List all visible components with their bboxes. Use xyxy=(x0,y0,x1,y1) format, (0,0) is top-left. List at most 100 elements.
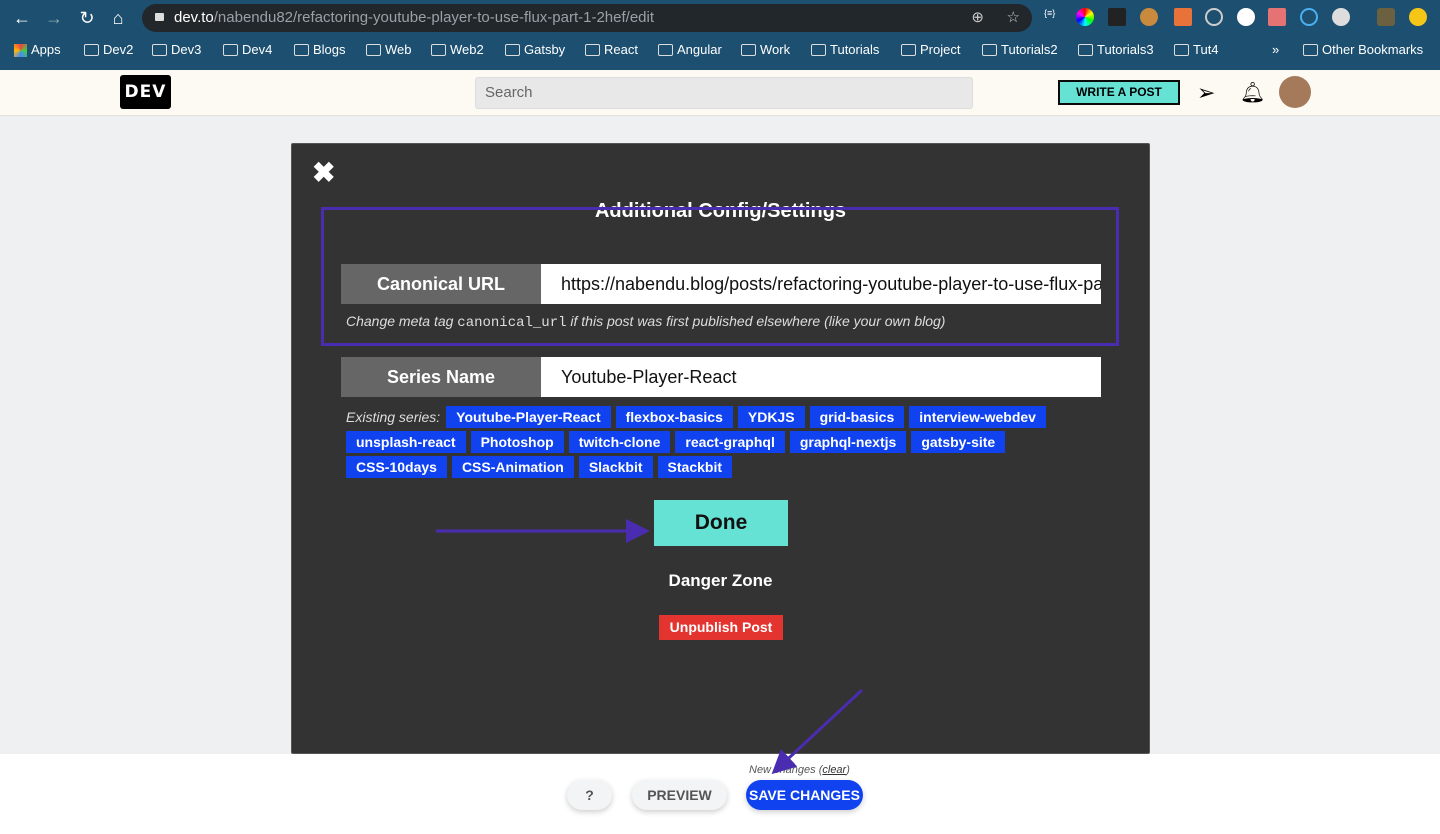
close-icon[interactable]: ✖ xyxy=(312,156,335,189)
reload-icon[interactable]: ↻ xyxy=(75,6,99,30)
video-extension-icon[interactable] xyxy=(1268,8,1286,26)
bookmark-label: Web xyxy=(385,42,412,57)
series-tag[interactable]: flexbox-basics xyxy=(615,406,733,428)
series-tag[interactable]: grid-basics xyxy=(809,406,905,428)
add-icon[interactable]: ⊕ xyxy=(971,4,984,32)
user-avatar[interactable] xyxy=(1279,76,1311,108)
clear-link[interactable]: clear xyxy=(822,764,846,776)
dev-logo[interactable]: DEV xyxy=(120,75,171,109)
moon-icon[interactable] xyxy=(1332,8,1350,26)
config-modal: ✖ Additional Config/Settings Canonical U… xyxy=(291,143,1150,754)
bookmark-tutorials3[interactable]: Tutorials3 xyxy=(1078,38,1154,62)
series-tag[interactable]: Slackbit xyxy=(578,456,653,478)
danger-zone-heading: Danger Zone xyxy=(668,571,773,590)
save-changes-button[interactable]: SAVE CHANGES xyxy=(746,780,863,810)
bookmark-apps[interactable]: Apps xyxy=(14,38,61,62)
folder-icon xyxy=(658,44,673,56)
folder-icon xyxy=(901,44,916,56)
bookmark-label: React xyxy=(604,42,638,57)
bookmark-label: Angular xyxy=(677,42,722,57)
canonical-url-label: Canonical URL xyxy=(341,264,541,304)
bookmark-label: Blogs xyxy=(313,42,346,57)
send-icon[interactable]: ➢ xyxy=(1197,80,1215,106)
address-bar[interactable]: dev.to/nabendu82/refactoring-youtube-pla… xyxy=(142,4,1032,32)
bookmark-tut4[interactable]: Tut4 xyxy=(1174,38,1219,62)
bookmark-dev2[interactable]: Dev2 xyxy=(84,38,133,62)
folder-icon xyxy=(982,44,997,56)
preview-button[interactable]: PREVIEW xyxy=(632,780,727,810)
bookmark-tutorials2[interactable]: Tutorials2 xyxy=(982,38,1058,62)
folder-icon xyxy=(585,44,600,56)
bookmark-web[interactable]: Web xyxy=(366,38,412,62)
series-tag[interactable]: interview-webdev xyxy=(909,406,1046,428)
help-button[interactable]: ? xyxy=(567,780,612,810)
series-tag[interactable]: react-graphql xyxy=(675,431,785,453)
done-button[interactable]: Done xyxy=(654,500,788,546)
back-icon[interactable]: ← xyxy=(10,6,34,30)
bookmark-blogs[interactable]: Blogs xyxy=(294,38,346,62)
react-devtools-icon[interactable] xyxy=(1108,8,1126,26)
other-bookmarks[interactable]: Other Bookmarks xyxy=(1303,38,1423,62)
new-changes-text: New changes ( xyxy=(749,764,823,776)
url-host: dev.to xyxy=(174,9,214,26)
profile-avatar[interactable] xyxy=(1377,8,1395,26)
bookmark-label: Tutorials3 xyxy=(1097,42,1154,57)
folder-icon xyxy=(152,44,167,56)
folder-icon xyxy=(1174,44,1189,56)
folder-icon xyxy=(223,44,238,56)
extension-icon[interactable] xyxy=(1237,8,1255,26)
series-tag[interactable]: unsplash-react xyxy=(346,431,466,453)
lock-icon xyxy=(155,13,164,21)
series-tag[interactable]: Youtube-Player-React xyxy=(446,406,611,428)
series-tag[interactable]: YDKJS xyxy=(737,406,805,428)
bookmark-web2[interactable]: Web2 xyxy=(431,38,484,62)
series-tag[interactable]: twitch-clone xyxy=(568,431,671,453)
search-input[interactable]: Search xyxy=(475,77,973,109)
bookmark-react[interactable]: React xyxy=(585,38,638,62)
modal-title: Additional Config/Settings xyxy=(594,200,847,222)
existing-series: Existing series: Youtube-Player-React fle… xyxy=(346,406,1076,478)
series-tag[interactable]: gatsby-site xyxy=(911,431,1006,453)
bookmark-tutorials[interactable]: Tutorials xyxy=(811,38,879,62)
series-tag[interactable]: graphql-nextjs xyxy=(789,431,907,453)
series-tag[interactable]: Photoshop xyxy=(470,431,564,453)
bookmark-project[interactable]: Project xyxy=(901,38,960,62)
bookmark-label: Work xyxy=(760,42,791,57)
bookmark-work[interactable]: Work xyxy=(741,38,790,62)
bookmark-label: Gatsby xyxy=(524,42,566,57)
color-extension-icon[interactable] xyxy=(1076,8,1094,26)
bookmark-label: » xyxy=(1272,42,1280,57)
star-icon[interactable]: ☆ xyxy=(1007,4,1020,32)
editor-footer: New changes (clear) ? PREVIEW SAVE CHANG… xyxy=(0,754,1440,834)
bookmarks-overflow[interactable]: » xyxy=(1272,38,1279,62)
bookmark-dev3[interactable]: Dev3 xyxy=(152,38,201,62)
bookmark-gatsby[interactable]: Gatsby xyxy=(505,38,565,62)
json-extension-icon[interactable]: {≡} xyxy=(1044,8,1062,26)
home-icon[interactable]: ⌂ xyxy=(106,6,130,30)
write-post-button[interactable]: WRITE A POST xyxy=(1058,80,1180,105)
apps-icon xyxy=(14,43,27,57)
bookmark-label: Dev4 xyxy=(242,42,273,57)
unpublish-button[interactable]: Unpublish Post xyxy=(659,615,783,640)
bookmark-label: Tut4 xyxy=(1193,42,1219,57)
dev-header: DEV Search WRITE A POST ➢ 🔔︎ xyxy=(0,70,1440,116)
bookmark-dev4[interactable]: Dev4 xyxy=(223,38,272,62)
update-icon[interactable] xyxy=(1409,8,1427,26)
bookmark-angular[interactable]: Angular xyxy=(658,38,722,62)
series-tag[interactable]: CSS-10days xyxy=(346,456,447,478)
cookie-icon[interactable] xyxy=(1140,8,1158,26)
bookmark-label: Project xyxy=(920,42,961,57)
folder-icon xyxy=(811,44,826,56)
series-tag[interactable]: CSS-Animation xyxy=(451,456,574,478)
target-icon[interactable] xyxy=(1205,8,1223,26)
forward-icon[interactable]: → xyxy=(42,6,66,30)
timer-icon[interactable] xyxy=(1300,8,1318,26)
canonical-url-input[interactable]: https://nabendu.blog/posts/refactoring-y… xyxy=(541,264,1101,304)
series-name-input[interactable]: Youtube-Player-React xyxy=(541,357,1101,397)
series-tag[interactable]: Stackbit xyxy=(657,456,732,478)
bookmark-label: Web2 xyxy=(450,42,484,57)
bookmark-label: Dev2 xyxy=(103,42,134,57)
eyedropper-icon[interactable] xyxy=(1174,8,1192,26)
folder-icon xyxy=(1303,44,1318,56)
bell-icon[interactable]: 🔔︎ xyxy=(1240,80,1265,105)
